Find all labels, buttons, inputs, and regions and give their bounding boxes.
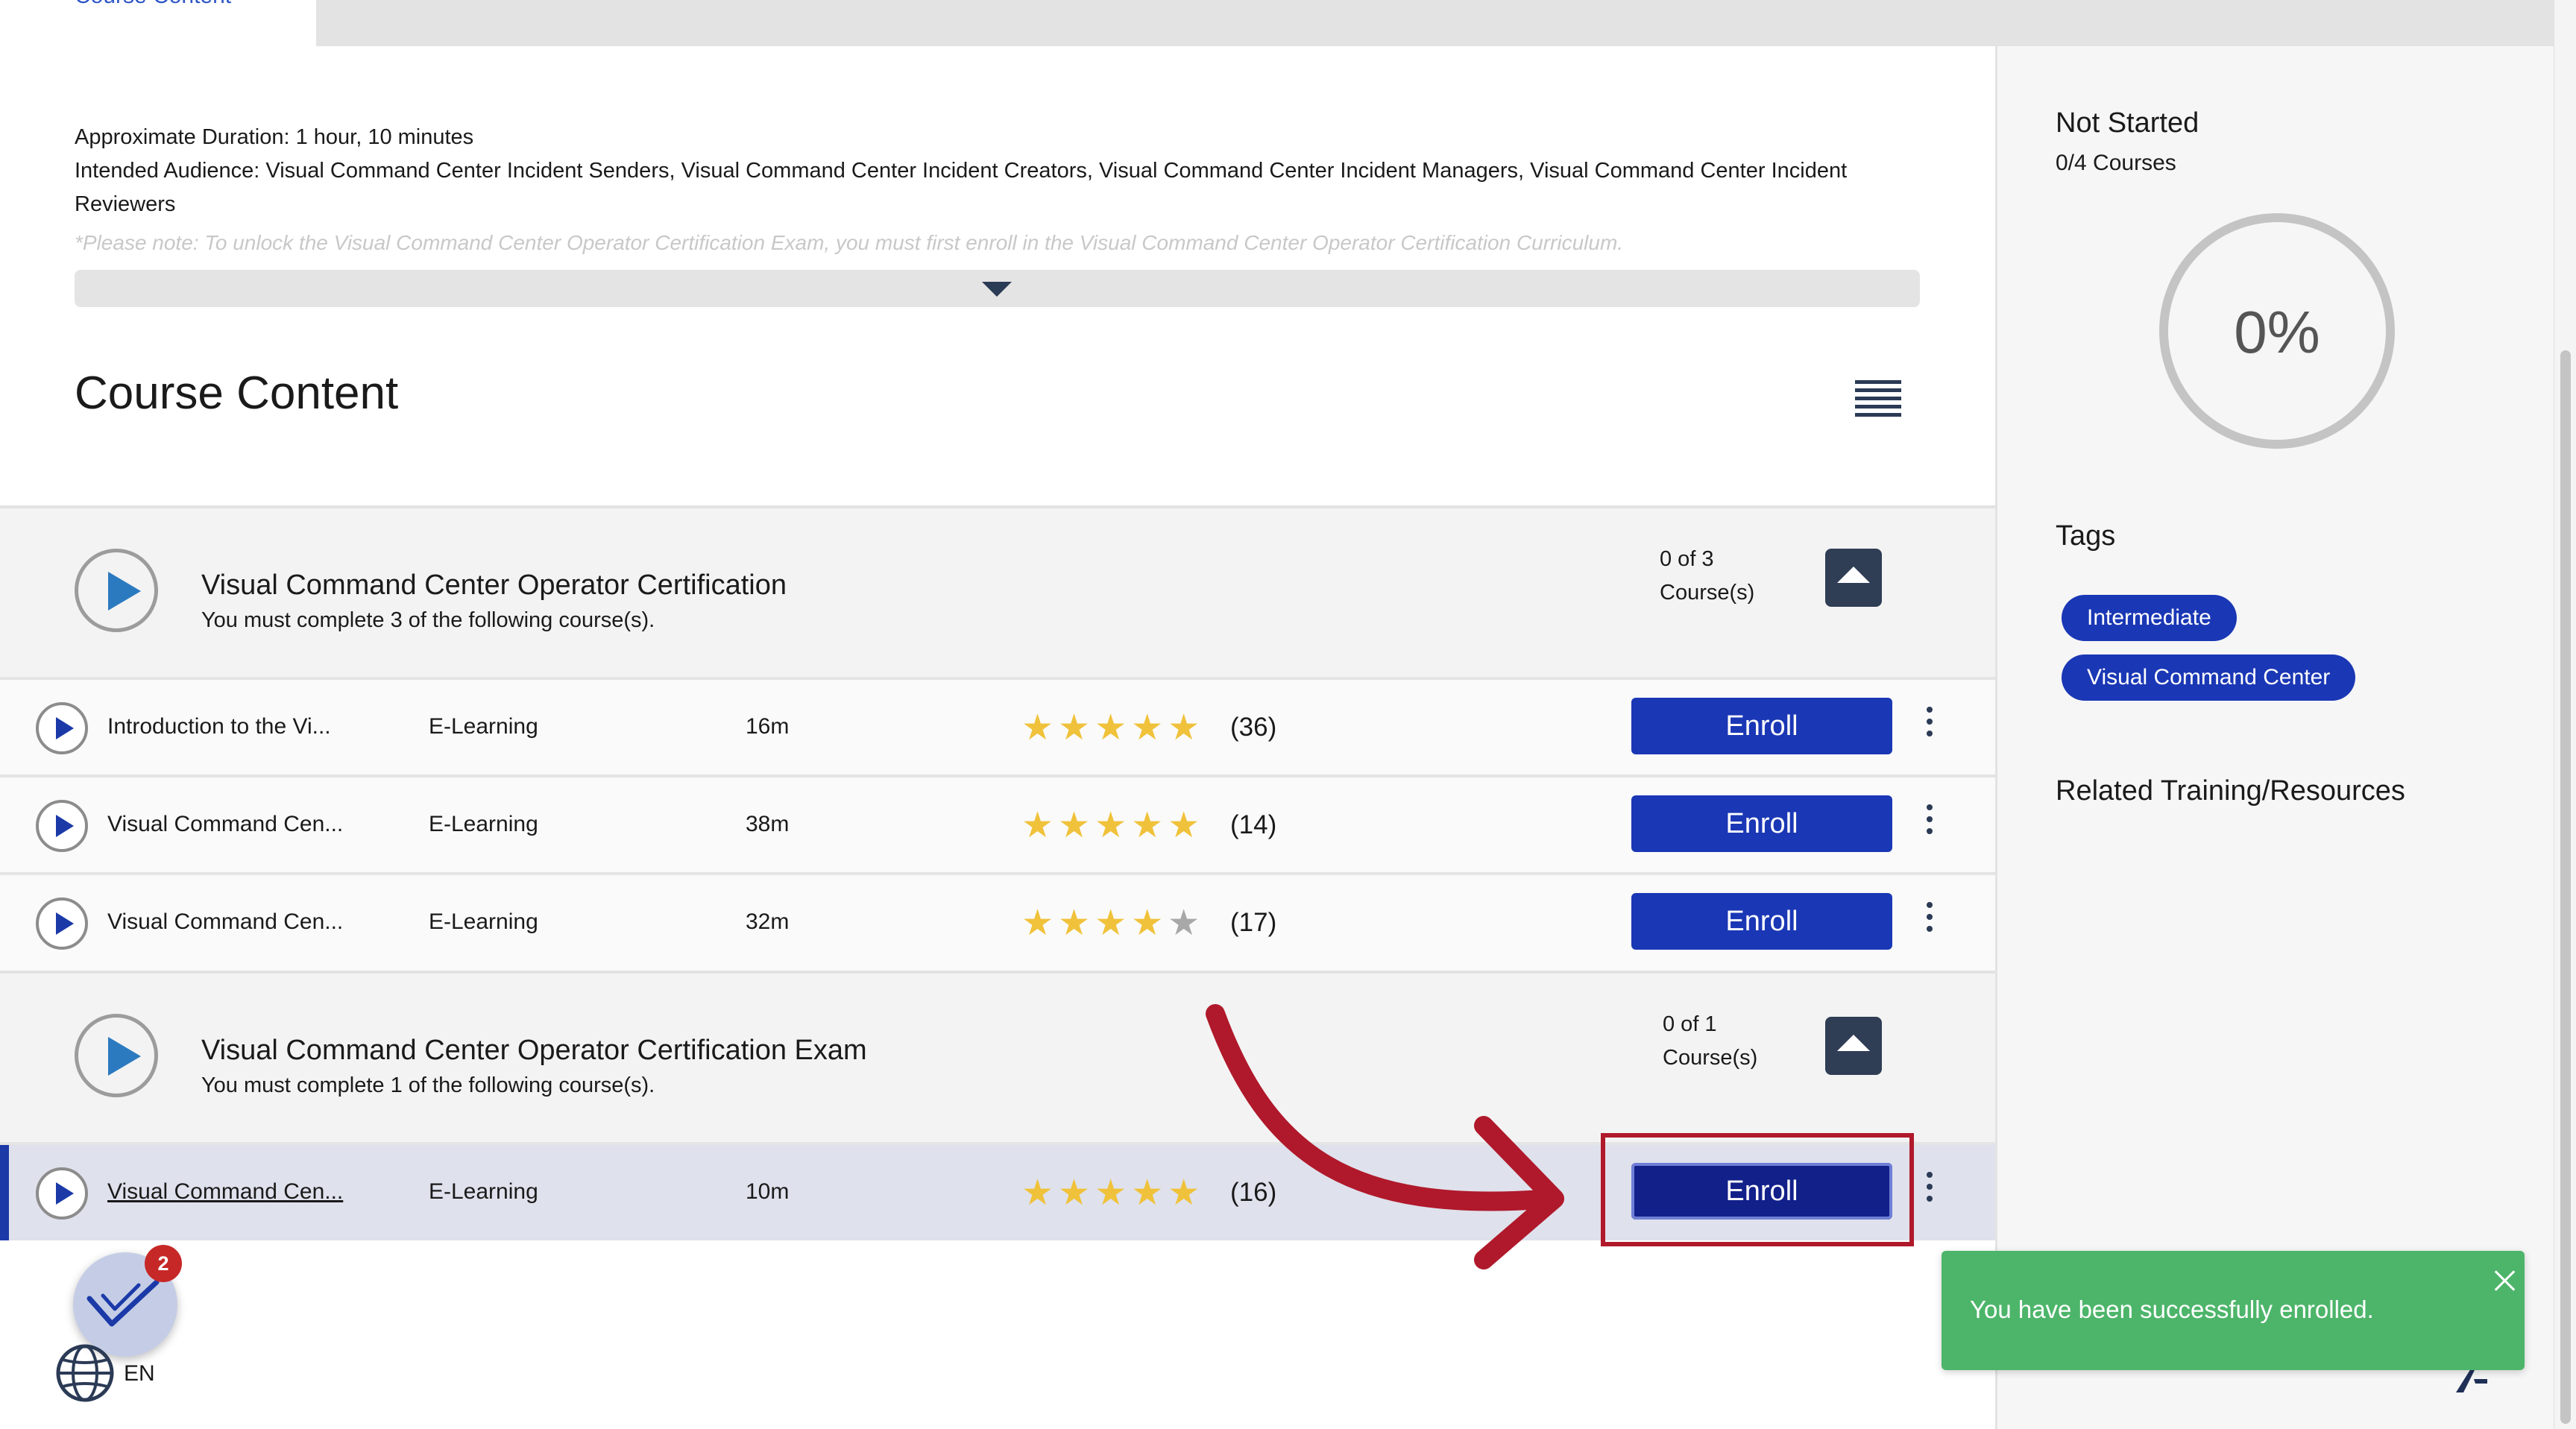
table-row: Introduction to the Vi... E-Learning 16m… <box>0 677 1995 775</box>
course-type: E-Learning <box>429 909 538 934</box>
tab-strip: Course Content <box>0 0 2554 46</box>
course-name-link[interactable]: Visual Command Cen... <box>107 909 343 935</box>
curriculum-section: Visual Command Center Operator Certifica… <box>0 505 1995 677</box>
play-icon[interactable] <box>36 1167 88 1220</box>
play-icon[interactable] <box>36 702 88 754</box>
annotation-highlight-box <box>1601 1133 1914 1246</box>
sidebar: Not Started 0/4 Courses 0% Tags Intermed… <box>1995 46 2556 1429</box>
course-type: E-Learning <box>429 1179 538 1204</box>
audience-text: Intended Audience: Visual Command Center… <box>75 159 1848 216</box>
progress-status: Not Started <box>2056 107 2199 139</box>
rating-count: (14) <box>1230 810 1277 839</box>
play-icon[interactable] <box>36 800 88 852</box>
star-rating: ★★★★★ <box>1021 707 1204 748</box>
tag-visual-command-center[interactable]: Visual Command Center <box>2062 654 2356 701</box>
star-empty-icon: ★ <box>1168 903 1205 943</box>
count-line: 0 of 3 <box>1660 547 1714 571</box>
section-subtitle: You must complete 1 of the following cou… <box>201 1073 655 1097</box>
kebab-menu-icon[interactable] <box>1922 804 1937 846</box>
close-icon[interactable] <box>2493 1269 2516 1291</box>
related-heading: Related Training/Resources <box>2056 775 2405 807</box>
star-icon: ★★★★ <box>1021 903 1168 943</box>
chevron-up-icon[interactable] <box>1825 1017 1882 1075</box>
section-title: Visual Command Center Operator Certifica… <box>201 570 787 601</box>
course-type: E-Learning <box>429 812 538 836</box>
section-count: 0 of 1 Course(s) <box>1663 1008 1757 1075</box>
kebab-menu-icon[interactable] <box>1922 902 1937 944</box>
kebab-menu-icon[interactable] <box>1922 707 1937 748</box>
courses-count: 0/4 Courses <box>2056 151 2176 175</box>
course-duration: 16m <box>746 714 790 739</box>
course-description: Approximate Duration: 1 hour, 10 minutes… <box>75 121 1879 254</box>
page-title: Course Content <box>75 367 399 419</box>
star-rating: ★★★★★ <box>1021 804 1204 846</box>
language-selector[interactable]: EN <box>124 1361 155 1387</box>
tag-intermediate[interactable]: Intermediate <box>2062 595 2237 641</box>
course-name-link[interactable]: Visual Command Cen... <box>107 812 343 837</box>
kebab-menu-icon[interactable] <box>1922 1172 1937 1214</box>
course-duration: 32m <box>746 909 790 934</box>
progress-percent: 0% <box>2234 299 2320 365</box>
expand-description-bar[interactable] <box>75 270 1920 307</box>
table-row: Visual Command Cen... E-Learning 38m ★★★… <box>0 775 1995 873</box>
section-title: Visual Command Center Operator Certifica… <box>201 1035 867 1066</box>
table-row: Visual Command Cen... E-Learning 32m ★★★… <box>0 872 1995 971</box>
duration-text: Approximate Duration: 1 hour, 10 minutes <box>75 125 474 149</box>
tab-course-content[interactable]: Course Content <box>0 0 316 46</box>
success-toast: You have been successfully enrolled. <box>1942 1251 2525 1370</box>
play-circle-icon[interactable] <box>75 1014 158 1097</box>
list-view-icon[interactable] <box>1855 380 1901 422</box>
notification-badge: 2 <box>145 1245 182 1282</box>
toast-message: You have been successfully enrolled. <box>1970 1296 2374 1323</box>
enroll-button[interactable]: Enroll <box>1631 795 1892 852</box>
curriculum-section: Visual Command Center Operator Certifica… <box>0 971 1995 1143</box>
scrollbar-thumb[interactable] <box>2560 350 2571 1424</box>
course-duration: 10m <box>746 1179 790 1204</box>
course-name-link[interactable]: Introduction to the Vi... <box>107 714 331 739</box>
play-icon[interactable] <box>36 898 88 950</box>
enroll-button[interactable]: Enroll <box>1631 893 1892 950</box>
note-text: *Please note: To unlock the Visual Comma… <box>75 232 1624 254</box>
count-label: Course(s) <box>1660 581 1755 605</box>
rating-count: (17) <box>1230 908 1277 937</box>
star-rating: ★★★★★ <box>1021 902 1204 944</box>
section-count: 0 of 3 Course(s) <box>1660 543 1754 610</box>
course-type: E-Learning <box>429 714 538 739</box>
star-icon: ★★★★★ <box>1021 806 1205 845</box>
course-duration: 38m <box>746 812 790 836</box>
enroll-button[interactable]: Enroll <box>1631 698 1892 754</box>
chevron-up-icon[interactable] <box>1825 549 1882 607</box>
play-circle-icon[interactable] <box>75 549 158 632</box>
globe-icon[interactable] <box>54 1342 116 1404</box>
tab-course-content-label: Course Content <box>75 0 231 9</box>
tags-heading: Tags <box>2056 520 2116 552</box>
chevron-down-icon <box>982 282 1012 297</box>
count-line: 0 of 1 <box>1663 1012 1717 1036</box>
annotation-arrow <box>1206 1004 1564 1269</box>
count-label: Course(s) <box>1663 1046 1758 1070</box>
section-subtitle: You must complete 3 of the following cou… <box>201 608 655 632</box>
rating-count: (36) <box>1230 713 1277 742</box>
scrollbar[interactable] <box>2554 0 2576 1429</box>
course-name-link[interactable]: Visual Command Cen... <box>107 1179 343 1205</box>
star-icon: ★★★★★ <box>1021 708 1205 748</box>
